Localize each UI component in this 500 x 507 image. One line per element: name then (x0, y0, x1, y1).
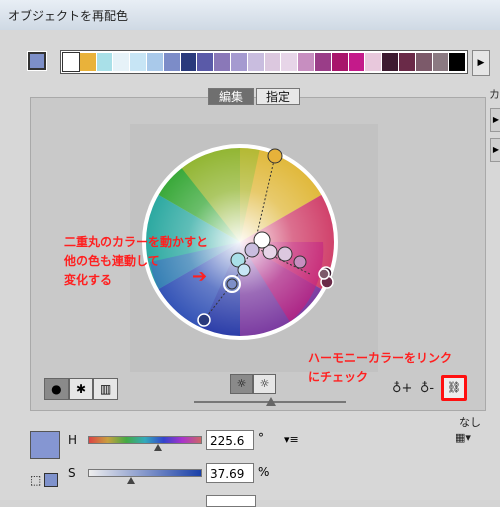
saturation-unit: % (258, 465, 270, 479)
window-title: オブジェクトを再配色 (8, 9, 129, 23)
strip-color-cell[interactable] (113, 53, 130, 71)
side-expand-icon[interactable]: ▶ (490, 138, 500, 162)
strip-color-cell[interactable] (163, 53, 180, 71)
harmony-marker[interactable] (244, 242, 260, 258)
annotation-text: 二重丸のカラーを動かすと (64, 235, 209, 249)
side-expand-icon[interactable]: ▶ (490, 108, 500, 132)
color-group-strip[interactable] (60, 50, 468, 74)
hue-unit: ° (258, 431, 264, 445)
strip-color-cell[interactable] (130, 53, 146, 71)
harmony-marker[interactable] (293, 255, 307, 269)
saturation-slider[interactable] (88, 469, 202, 477)
saturation-input[interactable]: 37.69 (206, 463, 254, 483)
strip-color-cell[interactable] (365, 53, 382, 71)
side-panel-label: カ (489, 88, 500, 101)
strip-scroll-icon[interactable]: ▶ (472, 50, 490, 76)
strip-color-cell[interactable] (415, 53, 432, 71)
harmony-marker[interactable] (197, 313, 211, 327)
show-brightness-button[interactable]: ☼ (230, 374, 253, 394)
fill-icon: ⬚ (30, 473, 42, 487)
harmony-marker[interactable] (277, 246, 293, 262)
strip-color-cell[interactable] (348, 53, 365, 71)
fill-swatch[interactable] (44, 473, 58, 487)
strip-color-cell[interactable] (79, 53, 96, 71)
strip-color-cell[interactable] (281, 53, 298, 71)
strip-color-cell[interactable] (264, 53, 281, 71)
brightness-slider-thumb[interactable] (266, 397, 276, 406)
annotation-text: ハーモニーカラーをリンク (308, 351, 453, 365)
remove-color-tool-icon[interactable]: ♁- (417, 379, 437, 399)
strip-color-cell[interactable] (449, 53, 466, 71)
segmented-wheel-button[interactable]: ✱ (68, 378, 94, 400)
annotation-arrow-icon: ➔ (192, 266, 208, 287)
tab-assign[interactable]: 指定 (256, 88, 300, 105)
strip-color-cell[interactable] (96, 53, 113, 71)
show-saturation-button[interactable]: ☼ (253, 374, 276, 394)
annotation-text: 変化する (64, 273, 113, 287)
tab-edit[interactable]: 編集 (208, 88, 254, 105)
smooth-wheel-button[interactable]: ● (44, 378, 69, 400)
strip-color-cell[interactable] (382, 53, 398, 71)
strip-color-cell[interactable] (197, 53, 214, 71)
harmony-marker[interactable] (267, 148, 283, 164)
selected-color-swatch[interactable] (30, 431, 60, 459)
strip-color-cell[interactable] (432, 53, 449, 71)
hue-input[interactable]: 225.6 (206, 430, 254, 450)
brightness-input[interactable] (206, 495, 256, 507)
saturation-label: S (68, 466, 76, 480)
strip-color-cell[interactable] (146, 53, 163, 71)
strip-color-cell[interactable] (298, 53, 314, 71)
strip-color-cell[interactable] (230, 53, 247, 71)
saturation-slider-thumb[interactable] (127, 477, 135, 484)
hue-label: H (68, 433, 78, 447)
add-color-tool-icon[interactable]: ♁+ (392, 379, 412, 399)
hue-slider[interactable] (88, 436, 202, 444)
current-color-swatch[interactable] (27, 51, 47, 71)
strip-color-cell[interactable] (214, 53, 230, 71)
grid-options-icon[interactable]: ▦▾ (455, 431, 471, 444)
strip-color-cell[interactable] (314, 53, 331, 71)
color-bars-button[interactable]: ▥ (93, 378, 119, 400)
strip-color-cell[interactable] (247, 53, 264, 71)
annotation-text: 他の色も連動して (64, 254, 160, 268)
annotation-left: 二重丸のカラーを動かすと 他の色も連動して 変化する (64, 233, 244, 290)
none-label: なし (459, 416, 481, 429)
strip-color-cell[interactable] (398, 53, 415, 71)
menu-icon[interactable]: ▾≡ (284, 433, 299, 446)
strip-color-cell[interactable] (180, 53, 197, 71)
harmony-marker[interactable] (318, 268, 330, 280)
strip-color-cell[interactable] (62, 52, 80, 72)
brightness-toggle-group: ☼ ☼ (230, 374, 276, 394)
hue-slider-thumb[interactable] (154, 444, 162, 451)
strip-color-cell[interactable] (331, 53, 348, 71)
display-mode-group: ● ✱ ▥ (44, 378, 119, 400)
link-harmony-colors-icon[interactable]: ⛓ (441, 375, 467, 401)
